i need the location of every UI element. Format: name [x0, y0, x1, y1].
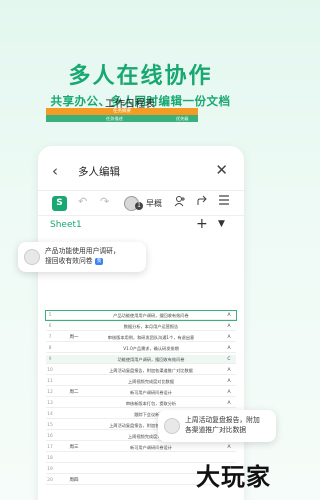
task-cell[interactable]: 产品功能使用用户调研，搜回收有效问卷 [86, 311, 216, 320]
watermark-logo: 大玩家 [196, 462, 271, 491]
priority-cell[interactable]: A [222, 333, 236, 342]
collaborator-avatar [24, 249, 40, 265]
task-cell[interactable]: 新可用户调研问卷设计 [86, 443, 216, 452]
table-row[interactable]: 11 上周视频完成度对比数据 A [46, 377, 236, 386]
row-number: 11 [47, 379, 53, 384]
priority-cell[interactable]: A [222, 399, 236, 408]
row-number: 16 [47, 434, 53, 439]
comment-line: 产品功能使用用户调研， [45, 247, 120, 255]
table-row[interactable]: 7 周一 审核版本用例，和研发团队沟通1个，有退出意 A [46, 333, 236, 342]
row-number: 8 [48, 346, 52, 351]
undo-icon[interactable]: ↶ [78, 195, 87, 208]
tab-sheet1[interactable]: Sheet1 [50, 220, 82, 230]
priority-cell[interactable]: A [222, 443, 236, 452]
add-user-icon[interactable] [174, 195, 186, 210]
task-cell[interactable]: V1.0产品需求，确认研发排期 [86, 344, 216, 353]
comment-line: 上周活动复盘报告，附加 [185, 416, 260, 424]
schedule-header: 任务摘要 [46, 108, 198, 115]
table-row[interactable]: 12 周二 新可用户调研问卷设计 A [46, 388, 236, 397]
back-icon[interactable]: ‹ [52, 162, 58, 180]
share-icon[interactable] [196, 195, 208, 210]
close-icon[interactable]: ✕ [215, 161, 228, 179]
task-cell[interactable]: 上周活动复盘报告，附加各渠道推广对比数据 [86, 366, 216, 375]
phone-frame: ‹ 多人编辑 ✕ S ↶ ↷ 1 早概 Sheet1 + ▼ 5 产品功能使用用户… [38, 146, 244, 500]
col-task-header: 任务描述 [106, 116, 123, 121]
sheet-tab-bar: Sheet1 + ▼ [38, 216, 244, 236]
row-number: 7 [48, 335, 52, 340]
hero-title: 多人在线协作 [68, 64, 213, 89]
add-sheet-icon[interactable]: + [196, 216, 208, 232]
priority-cell[interactable]: A [222, 366, 236, 375]
week-cell: 周三 [69, 445, 79, 450]
row-number: 18 [47, 456, 53, 461]
priority-cell[interactable]: C [222, 355, 236, 364]
collaborator-comment-right[interactable]: 上周活动复盘报告，附加 各渠道推广对比数据 [158, 410, 276, 442]
task-cell[interactable]: 审核版本用例，和研发团队沟通1个，有退出意 [86, 333, 216, 342]
row-number: 19 [47, 467, 53, 472]
row-number: 14 [47, 412, 53, 417]
user-name: 早概 [146, 199, 162, 208]
task-cell[interactable]: 功能使用用户调研，搜回收有效问卷 [86, 355, 216, 364]
table-row[interactable]: 13 审核新版本打包，提取分析 A [46, 399, 236, 408]
row-number: 12 [47, 390, 53, 395]
priority-cell[interactable]: A [222, 322, 236, 331]
sheet-app-icon[interactable]: S [52, 196, 67, 211]
task-cell[interactable]: 新可用户调研问卷设计 [86, 388, 216, 397]
toolbar: S ↶ ↷ 1 早概 [38, 190, 244, 216]
row-number: 5 [48, 313, 52, 318]
row-number: 10 [47, 368, 53, 373]
table-row[interactable]: 17 周三 新可用户调研问卷设计 A [46, 443, 236, 452]
collaborator-count-badge: 1 [135, 202, 143, 210]
table-row[interactable]: 9 功能使用用户调研，搜回收有效问卷 C [46, 355, 236, 364]
week-cell: 周二 [69, 390, 79, 395]
priority-cell[interactable]: A [222, 388, 236, 397]
table-row[interactable]: 5 产品功能使用用户调研，搜回收有效问卷 A [45, 310, 237, 321]
task-cell[interactable]: 审核新版本打包，提取分析 [86, 399, 216, 408]
table-row[interactable]: 8 V1.0产品需求，确认研发排期 A [46, 344, 236, 353]
row-number: 6 [48, 324, 52, 329]
row-number: 9 [48, 357, 52, 362]
row-number: 17 [47, 445, 53, 450]
col-level-header: 优先级 [176, 116, 189, 121]
table-row[interactable]: 6 数据分析，本月用户运营报告 A [46, 322, 236, 331]
row-number: 20 [47, 478, 53, 483]
nav-bar: ‹ 多人编辑 ✕ [38, 160, 244, 184]
priority-cell[interactable]: A [222, 377, 236, 386]
me-tag: 我 [94, 257, 104, 265]
comment-line: 各渠道推广对比数据 [185, 426, 247, 434]
week-cell: 周四 [69, 478, 79, 483]
row-number: 15 [47, 423, 53, 428]
document-title: 多人编辑 [78, 166, 120, 178]
schedule-subheader: 任务描述 优先级 [46, 115, 198, 122]
collaborator-comment-left[interactable]: 产品功能使用用户调研， 搜回收有效问卷 我 [18, 242, 146, 272]
priority-cell[interactable]: A [222, 344, 236, 353]
collaborator-avatar [164, 418, 180, 434]
week-cell: 周一 [69, 335, 79, 340]
comment-line: 搜回收有效问卷 [45, 257, 93, 265]
menu-icon[interactable] [218, 194, 230, 210]
table-row[interactable]: 10 上周活动复盘报告，附加各渠道推广对比数据 A [46, 366, 236, 375]
redo-icon[interactable]: ↷ [100, 195, 109, 208]
task-cell[interactable]: 数据分析，本月用户运营报告 [86, 322, 216, 331]
priority-cell[interactable]: A [222, 311, 236, 320]
sheet-list-caret-icon[interactable]: ▼ [218, 219, 225, 229]
row-number: 13 [47, 401, 53, 406]
task-cell[interactable]: 上周视频完成度对比数据 [86, 377, 216, 386]
